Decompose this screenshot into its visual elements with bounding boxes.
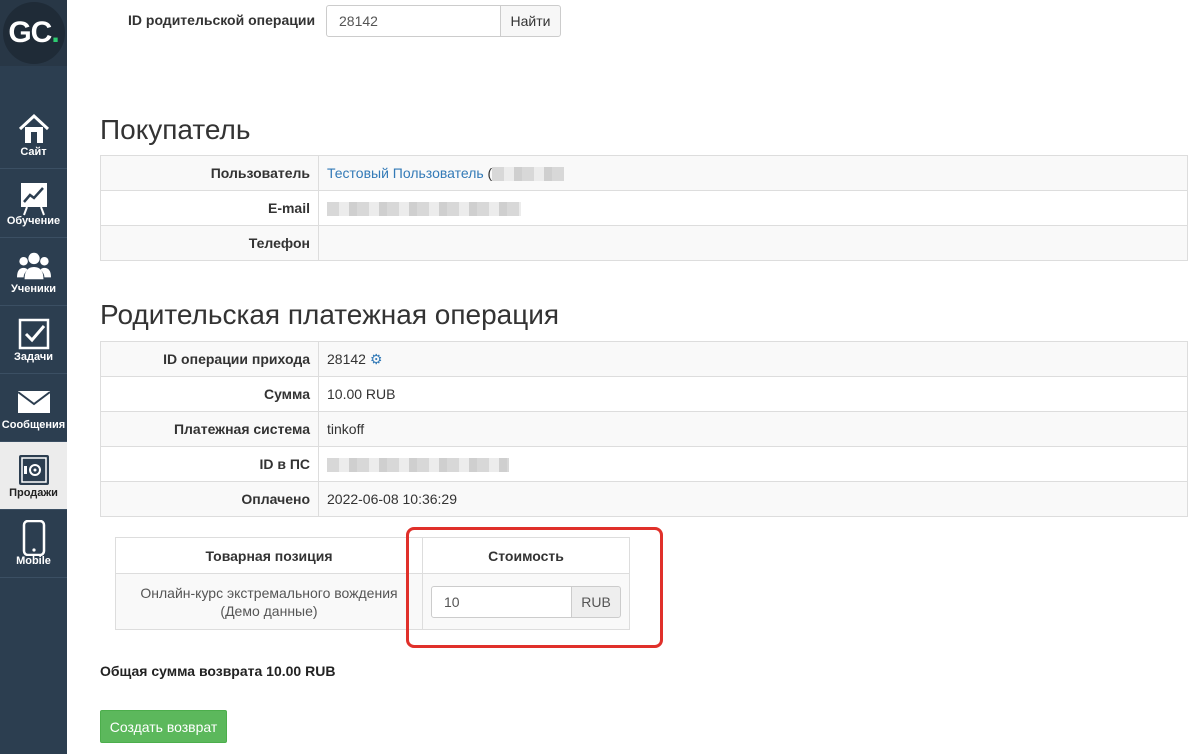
table-row: Телефон [100, 225, 1188, 261]
ps-id-value [318, 446, 1188, 482]
buyer-table: Пользователь Тестовый Пользователь ( E-m… [100, 155, 1188, 261]
parent-operation-id-label: ID родительской операции [128, 12, 316, 28]
email-value [318, 190, 1188, 226]
sidebar-item-messages[interactable]: Сообщения [0, 374, 67, 442]
payment-system-key: Платежная система [100, 411, 319, 447]
sidebar-item-mobile[interactable]: Mobile [0, 510, 67, 578]
phone-key: Телефон [100, 225, 319, 261]
gear-icon[interactable]: ⚙ [370, 351, 383, 367]
item-header: Товарная позиция [115, 537, 423, 574]
users-icon [17, 248, 51, 284]
income-operation-id-key: ID операции прихода [100, 341, 319, 377]
sidebar-item-learning[interactable]: Обучение [0, 170, 67, 238]
table-row: Платежная система tinkoff [100, 411, 1188, 447]
checkbox-icon [17, 316, 51, 352]
user-key: Пользователь [100, 155, 319, 191]
sidebar-item-tasks[interactable]: Задачи [0, 306, 67, 374]
sidebar-item-label: Задачи [14, 351, 53, 363]
email-key: E-mail [100, 190, 319, 226]
parent-operation-id-input[interactable] [326, 5, 501, 37]
redacted-email [327, 202, 521, 217]
sidebar: GC. Сайт Обучение Ученики Задачи Сообщен… [0, 0, 67, 754]
table-row: ID в ПС [100, 446, 1188, 482]
find-button[interactable]: Найти [500, 5, 561, 37]
sidebar-item-sales[interactable]: Продажи [0, 442, 67, 510]
payment-system-value: tinkoff [318, 411, 1188, 447]
home-icon [17, 111, 51, 147]
redacted-ps-id [327, 458, 509, 473]
sidebar-item-label: Продажи [9, 487, 58, 499]
amount-key: Сумма [100, 376, 319, 412]
parent-operation-table: ID операции прихода 28142 ⚙ Сумма 10.00 … [100, 341, 1188, 517]
sidebar-item-label: Обучение [6, 215, 61, 227]
income-operation-id-text: 28142 [327, 350, 366, 367]
paid-key: Оплачено [100, 481, 319, 517]
refund-total: Общая сумма возврата 10.00 RUB [100, 663, 336, 679]
paid-value: 2022-06-08 10:36:29 [318, 481, 1188, 517]
sidebar-item-label: Mobile [16, 555, 51, 567]
income-operation-id-value: 28142 ⚙ [318, 341, 1188, 377]
redacted-user-id [492, 167, 565, 182]
amount-value: 10.00 RUB [318, 376, 1188, 412]
safe-icon [17, 452, 51, 488]
buyer-title: Покупатель [100, 114, 251, 145]
logo[interactable]: GC. [0, 0, 67, 66]
phone-value [318, 225, 1188, 261]
user-link[interactable]: Тестовый Пользователь [327, 165, 484, 181]
table-row: Сумма 10.00 RUB [100, 376, 1188, 412]
logo-text: GC [8, 16, 52, 49]
sidebar-item-label: Сайт [20, 146, 47, 158]
create-refund-button[interactable]: Создать возврат [100, 710, 227, 743]
user-value: Тестовый Пользователь ( [318, 155, 1188, 191]
phone-icon [17, 520, 51, 556]
parent-operation-title: Родительская платежная операция [100, 299, 560, 330]
sidebar-item-label: Сообщения [1, 419, 66, 431]
table-row: Оплачено 2022-06-08 10:36:29 [100, 481, 1188, 517]
ps-id-key: ID в ПС [100, 446, 319, 482]
logo-mark: GC. [2, 2, 65, 64]
logo-dot: . [51, 16, 59, 49]
chart-board-icon [17, 180, 51, 216]
item-name: Онлайн-курс экстремального вождения (Дем… [115, 573, 423, 630]
envelope-icon [17, 384, 51, 420]
sidebar-item-site[interactable]: Сайт [0, 101, 67, 169]
highlight-frame [406, 527, 663, 648]
sidebar-item-label: Ученики [10, 283, 57, 295]
sidebar-item-students[interactable]: Ученики [0, 238, 67, 306]
table-row: Пользователь Тестовый Пользователь ( [100, 155, 1188, 191]
table-row: E-mail [100, 190, 1188, 226]
table-row: ID операции прихода 28142 ⚙ [100, 341, 1188, 377]
